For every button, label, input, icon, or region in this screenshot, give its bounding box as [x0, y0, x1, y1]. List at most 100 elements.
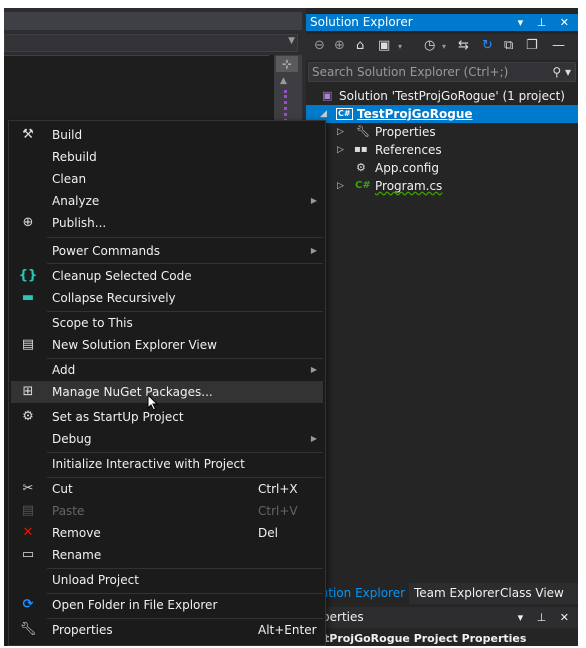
chevron-down-icon[interactable]: ▾: [442, 42, 446, 51]
properties-titlebar[interactable]: roperties ▾ ⊥ ✕: [306, 607, 578, 628]
collapsed-arrow-icon[interactable]: ▷: [337, 123, 344, 141]
editor-header: ▼: [4, 8, 302, 55]
panel-window-controls[interactable]: ▾ ⊥ ✕: [518, 14, 574, 31]
menu-item-clean[interactable]: Clean: [11, 168, 323, 190]
nuget-package-icon: ⊞: [22, 384, 34, 399]
mouse-cursor-icon: [147, 394, 159, 411]
clipboard-icon: ▤: [21, 503, 35, 518]
menu-item-unload-project[interactable]: Unload Project: [11, 569, 323, 591]
tree-item-label: References: [375, 143, 442, 157]
menu-shortcut: Ctrl+X: [258, 482, 298, 496]
solution-explorer-toolbar: ⊖ ⊕ ⌂ ▣ ▾ ◷ ▾ ⇆ ↻ ⧉ ❐ —: [306, 34, 578, 60]
menu-item-scope-to-this[interactable]: Scope to This: [11, 312, 323, 334]
split-window-icon[interactable]: ⊹: [276, 56, 298, 72]
switch-views-icon[interactable]: ▣: [378, 38, 390, 53]
menu-item-label: Cleanup Selected Code: [52, 269, 192, 283]
search-placeholder: Search Solution Explorer (Ctrl+;): [312, 65, 509, 79]
menu-item-label: Unload Project: [52, 573, 139, 587]
menu-item-label: Analyze: [52, 194, 100, 208]
menu-shortcut: Alt+Enter: [258, 623, 317, 637]
solution-icon: ▣: [322, 89, 333, 102]
menu-item-paste[interactable]: ▤ Paste Ctrl+V: [11, 500, 323, 522]
menu-separator: [47, 263, 323, 264]
menu-item-label: Paste: [52, 504, 85, 518]
tab-class-view[interactable]: Class View: [496, 583, 568, 604]
tree-item-solution[interactable]: ▣ Solution 'TestProjGoRogue' (1 project): [306, 87, 578, 105]
visual-studio-window: ▼ ⊹ ▲ Solution Explorer ▾ ⊥ ✕ ⊖ ⊕ ⌂ ▣ ▾ …: [4, 8, 578, 646]
tree-item-references[interactable]: ▷ ▪▪ References: [306, 141, 578, 159]
tree-item-project[interactable]: ◢ C# TestProjGoRogue: [306, 105, 578, 123]
menu-item-rebuild[interactable]: Rebuild: [11, 146, 323, 168]
forward-icon[interactable]: ⊕: [334, 38, 345, 53]
menu-item-open-folder[interactable]: ⟳ Open Folder in File Explorer: [11, 594, 323, 616]
show-all-files-icon[interactable]: ❐: [526, 38, 538, 53]
collapsed-arrow-icon[interactable]: ▷: [337, 141, 344, 159]
menu-item-build[interactable]: ⚒ Build: [11, 124, 323, 146]
panel-title: Solution Explorer: [310, 15, 413, 29]
project-context-menu: ⚒ Build Rebuild Clean Analyze ▶ ⊕ Publis…: [8, 120, 326, 646]
menu-item-properties[interactable]: 🔧︎ Properties Alt+Enter: [11, 619, 323, 641]
tree-item-program-cs[interactable]: ▷ C# Program.cs: [306, 177, 578, 195]
menu-item-label: Build: [52, 128, 83, 142]
pending-changes-filter-icon[interactable]: ◷: [424, 38, 435, 53]
tree-item-properties[interactable]: ▷ 🔧︎ Properties: [306, 123, 578, 141]
tree-item-label: Solution 'TestProjGoRogue' (1 project): [339, 89, 565, 103]
panel-window-controls[interactable]: ▾ ⊥ ✕: [518, 607, 574, 628]
menu-item-label: Rebuild: [52, 150, 97, 164]
menu-item-collapse-recursively[interactable]: ▬ Collapse Recursively: [11, 287, 323, 309]
menu-item-label: Manage NuGet Packages...: [52, 385, 213, 399]
search-icon[interactable]: ⚲ ▾: [552, 63, 571, 81]
menu-item-publish[interactable]: ⊕ Publish...: [11, 212, 323, 234]
sync-with-document-icon[interactable]: ⇆: [458, 38, 469, 53]
menu-item-debug[interactable]: Debug ▶: [11, 428, 323, 450]
scroll-up-icon[interactable]: ▲: [280, 76, 287, 86]
navigation-bar-dropdown[interactable]: ▼: [4, 34, 298, 52]
menu-item-analyze[interactable]: Analyze ▶: [11, 190, 323, 212]
solution-explorer-titlebar[interactable]: Solution Explorer ▾ ⊥ ✕: [306, 14, 578, 31]
menu-separator: [47, 237, 323, 238]
scissors-icon: ✂: [22, 481, 34, 496]
back-icon[interactable]: ⊖: [314, 38, 325, 53]
solution-explorer-panel: Solution Explorer ▾ ⊥ ✕ ⊖ ⊕ ⌂ ▣ ▾ ◷ ▾ ⇆ …: [306, 8, 578, 646]
rename-icon: ▭: [21, 547, 35, 562]
menu-item-label: Clean: [52, 172, 87, 186]
menu-item-manage-nuget-packages[interactable]: ⊞ Manage NuGet Packages...: [11, 381, 323, 403]
screenshot-frame: ▼ ⊹ ▲ Solution Explorer ▾ ⊥ ✕ ⊖ ⊕ ⌂ ▣ ▾ …: [0, 0, 586, 648]
tab-team-explorer[interactable]: Team Explorer: [410, 583, 504, 604]
submenu-arrow-icon: ▶: [310, 196, 317, 205]
home-icon[interactable]: ⌂: [356, 38, 364, 53]
remove-x-icon: ✕: [22, 525, 34, 540]
menu-item-label: Debug: [52, 432, 92, 446]
properties-icon[interactable]: —: [552, 38, 565, 53]
csharp-project-icon: C#: [336, 108, 353, 120]
menu-item-label: Set as StartUp Project: [52, 410, 184, 424]
menu-item-label: Scope to This: [52, 316, 133, 330]
menu-item-label: Power Commands: [52, 244, 161, 258]
submenu-arrow-icon: ▶: [310, 365, 317, 374]
chevron-down-icon: ▼: [288, 36, 295, 46]
menu-item-rename[interactable]: ▭ Rename: [11, 544, 323, 566]
tree-item-app-config[interactable]: ⚙ App.config: [306, 159, 578, 177]
properties-object-selector[interactable]: estProjGoRogue Project Properties: [306, 630, 578, 646]
menu-item-cleanup-selected-code[interactable]: {} Cleanup Selected Code: [11, 265, 323, 287]
menu-shortcut: Ctrl+V: [258, 504, 298, 518]
menu-item-initialize-interactive[interactable]: Initialize Interactive with Project: [11, 453, 323, 475]
menu-item-cut[interactable]: ✂ Cut Ctrl+X: [11, 478, 323, 500]
menu-item-label: New Solution Explorer View: [52, 338, 217, 352]
submenu-arrow-icon: ▶: [310, 434, 317, 443]
chevron-down-icon[interactable]: ▾: [398, 42, 402, 51]
braces-icon: {}: [18, 268, 38, 283]
solution-explorer-search-input[interactable]: Search Solution Explorer (Ctrl+;) ⚲ ▾: [308, 62, 576, 82]
collapse-all-icon[interactable]: ⧉: [504, 38, 513, 53]
panel-tab-strip: olution Explorer Team Explorer Class Vie…: [306, 583, 578, 604]
refresh-icon[interactable]: ↻: [482, 38, 493, 53]
menu-item-add[interactable]: Add ▶: [11, 359, 323, 381]
references-icon: ▪▪: [354, 144, 368, 155]
new-view-icon: ▤: [21, 337, 35, 352]
menu-item-set-startup-project[interactable]: ⚙ Set as StartUp Project: [11, 406, 323, 428]
editor-tab-strip[interactable]: [4, 12, 302, 30]
menu-item-new-solution-explorer-view[interactable]: ▤ New Solution Explorer View: [11, 334, 323, 356]
menu-item-remove[interactable]: ✕ Remove Del: [11, 522, 323, 544]
menu-item-power-commands[interactable]: Power Commands ▶: [11, 240, 323, 262]
collapsed-arrow-icon[interactable]: ▷: [337, 177, 344, 195]
